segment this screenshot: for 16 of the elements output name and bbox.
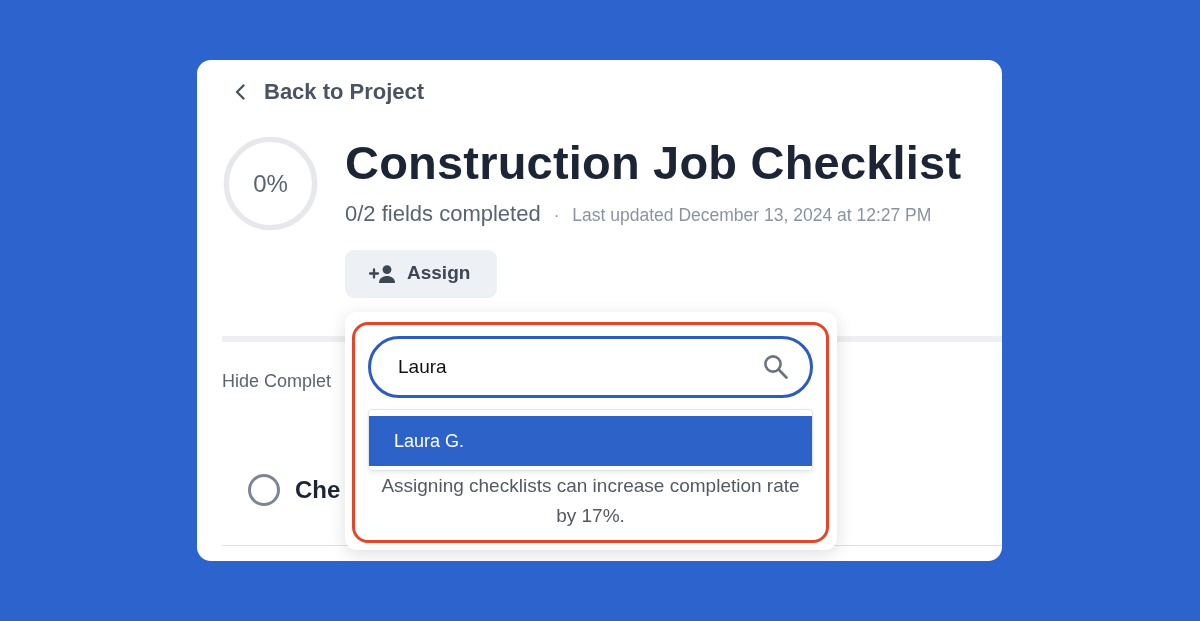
- result-item[interactable]: Laura G.: [369, 416, 812, 466]
- checkbox-circle-icon[interactable]: [248, 473, 280, 506]
- assign-hint-text: Assigning checklists can increase completion rate by 17%.: [380, 474, 801, 528]
- back-link[interactable]: Back to Project: [235, 79, 425, 105]
- fields-summary: 0/2 fields completed: [345, 200, 541, 228]
- last-updated-text: Last updated December 13, 2024 at 12:27 PM: [572, 204, 932, 227]
- person-plus-icon: [369, 264, 396, 283]
- checklist-item-label: Che: [295, 474, 341, 505]
- checklist-title: Construction Job Checklist: [345, 136, 962, 190]
- hide-completed-label: Hide Complet: [222, 370, 332, 391]
- assign-button[interactable]: Assign: [345, 249, 498, 298]
- chevron-left-icon[interactable]: [235, 84, 245, 100]
- search-icon[interactable]: [763, 354, 788, 379]
- separator-dot: ·: [553, 205, 560, 227]
- search-field[interactable]: Laura: [368, 336, 813, 398]
- progress-percent: 0%: [253, 171, 288, 196]
